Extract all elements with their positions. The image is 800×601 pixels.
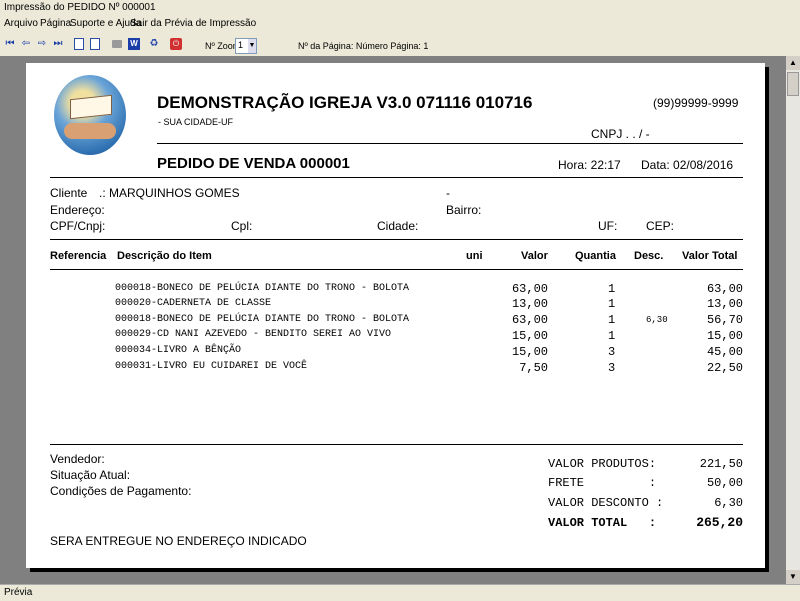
title-bar: Impressão do PEDIDO Nº 000001 <box>0 0 800 17</box>
total-produtos-label: VALOR PRODUTOS: <box>548 457 657 471</box>
endereco-label: Endereço: <box>50 203 105 217</box>
exit-icon[interactable]: ⏻ <box>170 38 182 50</box>
company-cnpj: CNPJ . . / - <box>591 127 650 141</box>
cpf-label: CPF/Cnpj: <box>50 219 106 233</box>
cliente-dash: - <box>446 186 450 200</box>
company-name: DEMONSTRAÇÃO IGREJA V3.0 071116 010716 <box>157 93 533 112</box>
first-page-icon[interactable]: ⏮ <box>4 38 16 50</box>
item-total: 13,00 <box>706 297 743 311</box>
menu-sair[interactable]: Sair da Prévia de Impressão <box>130 18 256 29</box>
item-valor: 63,00 <box>511 282 548 296</box>
item-description: 000029-CD NANI AZEVEDO - BENDITO SEREI A… <box>115 329 392 340</box>
item-total: 56,70 <box>706 313 743 327</box>
bairro-label: Bairro: <box>446 203 482 217</box>
condicoes-label: Condições de Pagamento: <box>50 484 192 498</box>
valor-total-value: 265,20 <box>696 515 743 530</box>
divider <box>50 177 743 178</box>
company-phone: (99)99999-9999 <box>653 96 739 110</box>
desconto-label: VALOR DESCONTO : <box>548 496 664 510</box>
frete-label: FRETE : <box>548 476 657 490</box>
cliente-value: .: MARQUINHOS GOMES <box>99 186 240 200</box>
col-uni: uni <box>466 250 483 262</box>
item-description: 000018-BONECO DE PELÚCIA DIANTE DO TRONO… <box>115 283 410 294</box>
frete-value: 50,00 <box>706 476 743 490</box>
document-page: DEMONSTRAÇÃO IGREJA V3.0 071116 010716 -… <box>26 63 765 568</box>
divider <box>157 143 743 144</box>
item-quantia: 1 <box>608 282 616 296</box>
order-date: Data: 02/08/2016 <box>641 158 734 172</box>
uf-label: UF: <box>598 219 618 233</box>
col-descricao: Descrição do Item <box>117 250 212 262</box>
order-time: Hora: 22:17 <box>558 158 621 172</box>
divider <box>50 239 743 240</box>
item-description: 000031-LIVRO EU CUIDAREI DE VOCÊ <box>115 361 308 372</box>
item-total: 63,00 <box>706 282 743 296</box>
scroll-thumb[interactable] <box>787 72 799 96</box>
item-total: 15,00 <box>706 329 743 343</box>
zoom-value: 1 <box>238 40 244 50</box>
item-description: 000034-LIVRO A BÊNÇÃO <box>115 345 242 356</box>
church-logo <box>54 75 126 155</box>
col-valor-total: Valor Total <box>682 250 738 262</box>
chevron-down-icon: ▼ <box>248 39 256 53</box>
total-produtos-value: 221,50 <box>699 457 743 471</box>
vendedor-label: Vendedor: <box>50 452 105 466</box>
delivery-note: SERA ENTREGUE NO ENDEREÇO INDICADO <box>50 534 307 548</box>
last-page-icon[interactable]: ⏭ <box>52 38 64 50</box>
print-icon[interactable] <box>112 40 122 48</box>
item-total: 45,00 <box>706 345 743 359</box>
item-quantia: 3 <box>608 345 616 359</box>
next-page-icon[interactable]: ⇨ <box>36 38 48 50</box>
col-quantia: Quantia <box>575 250 616 262</box>
item-valor: 13,00 <box>511 297 548 311</box>
item-valor: 15,00 <box>511 345 548 359</box>
menu-pagina[interactable]: Página <box>40 18 71 29</box>
status-bar: Prévia <box>0 584 800 601</box>
page-number-label: Nº da Página: Número Página: 1 <box>298 41 429 51</box>
word-export-icon[interactable]: W <box>128 38 140 50</box>
page-width-icon[interactable] <box>90 38 100 50</box>
item-quantia: 1 <box>608 297 616 311</box>
order-title: PEDIDO DE VENDA 000001 <box>157 155 350 172</box>
prev-page-icon[interactable]: ⇦ <box>20 38 32 50</box>
item-quantia: 1 <box>608 329 616 343</box>
valor-total-label: VALOR TOTAL : <box>548 516 657 530</box>
situacao-label: Situação Atual: <box>50 468 131 482</box>
hands-icon <box>64 123 116 139</box>
cidade-label: Cidade: <box>377 219 419 233</box>
item-valor: 7,50 <box>519 361 548 375</box>
vertical-scrollbar[interactable]: ▲ ▼ <box>786 56 800 584</box>
item-description: 000020-CADERNETA DE CLASSE <box>115 298 272 309</box>
scroll-down-icon[interactable]: ▼ <box>786 570 800 584</box>
item-quantia: 1 <box>608 313 616 327</box>
item-total: 22,50 <box>706 361 743 375</box>
item-desconto: 6,30 <box>646 315 668 325</box>
cep-label: CEP: <box>646 219 675 233</box>
item-valor: 15,00 <box>511 329 548 343</box>
item-quantia: 3 <box>608 361 616 375</box>
zoom-select[interactable]: 1 ▼ <box>235 38 257 54</box>
book-icon <box>70 94 112 120</box>
cliente-label: Cliente <box>50 186 88 200</box>
divider <box>50 269 743 270</box>
item-valor: 63,00 <box>511 313 548 327</box>
divider <box>50 444 743 445</box>
col-referencia: Referencia <box>50 250 107 262</box>
company-city: - SUA CIDADE-UF <box>158 117 234 127</box>
col-desc: Desc. <box>634 250 664 262</box>
menu-bar: Arquivo Página Suporte e Ajuda Sair da P… <box>0 16 800 32</box>
status-text: Prévia <box>4 587 33 598</box>
col-valor: Valor <box>521 250 548 262</box>
window-title: Impressão do PEDIDO Nº 000001 <box>4 2 156 13</box>
scroll-up-icon[interactable]: ▲ <box>786 56 800 70</box>
export-icon[interactable]: ♻ <box>148 38 160 50</box>
cpl-label: Cpl: <box>231 219 253 233</box>
menu-arquivo[interactable]: Arquivo <box>4 18 38 29</box>
desconto-value: 6,30 <box>714 496 743 510</box>
item-description: 000018-BONECO DE PELÚCIA DIANTE DO TRONO… <box>115 314 410 325</box>
single-page-icon[interactable] <box>74 38 84 50</box>
